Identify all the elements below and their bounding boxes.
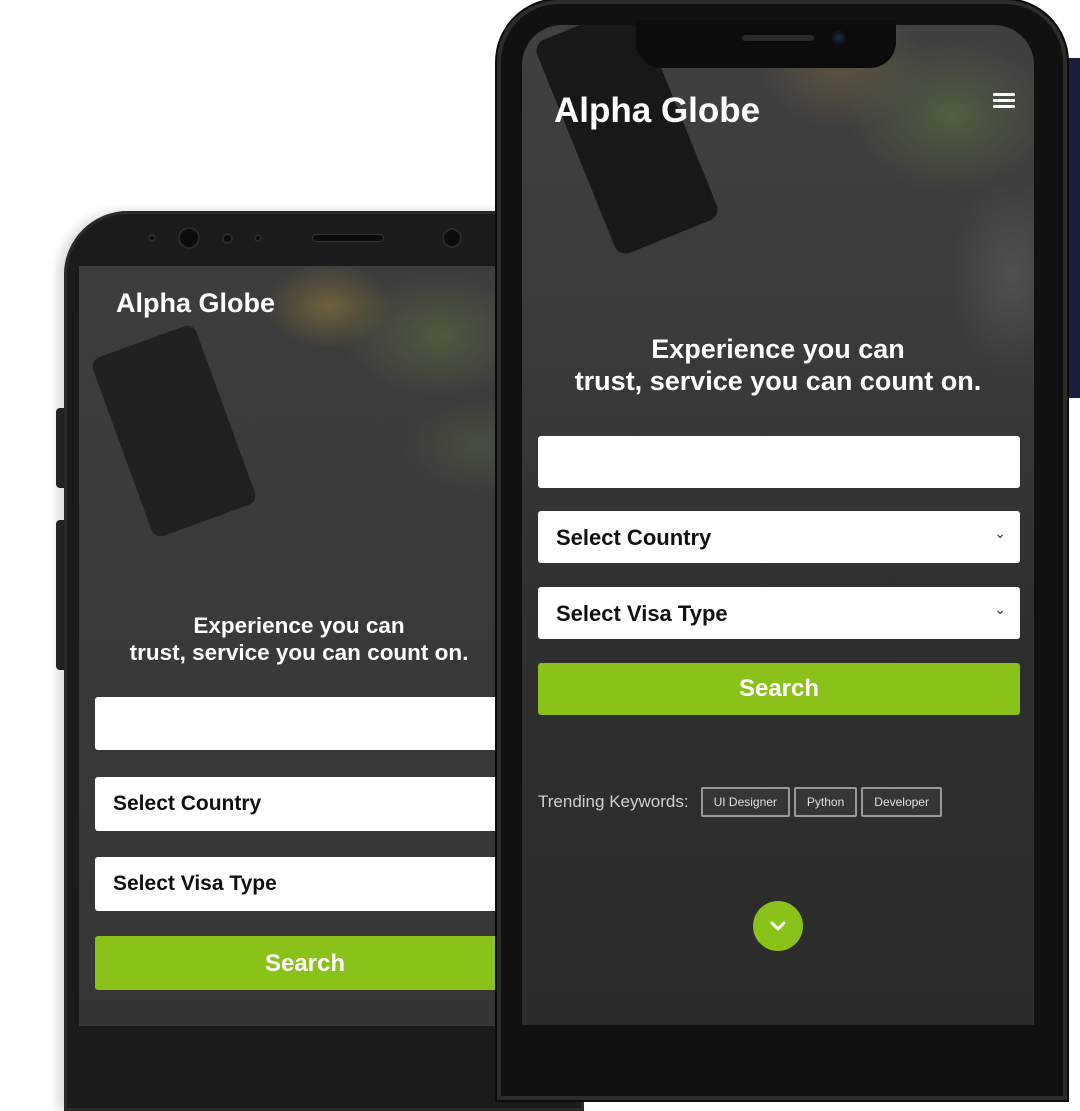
- chevron-down-icon: ⌄: [994, 601, 1006, 617]
- visa-type-select[interactable]: Select Visa Type: [95, 857, 509, 911]
- visa-type-select-label: Select Visa Type: [113, 872, 277, 895]
- visa-type-select-label: Select Visa Type: [556, 601, 728, 626]
- visa-type-select[interactable]: Select Visa Type ⌄: [538, 587, 1020, 639]
- scroll-down-button[interactable]: [753, 901, 803, 951]
- country-select-label: Select Country: [113, 792, 262, 815]
- trending-keywords-label: Trending Keywords:: [538, 792, 689, 811]
- hero-heading-line1: Experience you can: [651, 334, 905, 364]
- trending-keywords: Trending Keywords: UI Designer Python De…: [538, 787, 946, 817]
- background-phone-photo: [89, 322, 259, 540]
- keyword-search-input[interactable]: [538, 436, 1020, 488]
- hero-heading: Experience you can trust, service you ca…: [79, 612, 509, 666]
- keyword-tag-python[interactable]: Python: [793, 787, 858, 817]
- chevron-down-icon: [770, 921, 786, 931]
- keyword-tag-developer[interactable]: Developer: [861, 787, 942, 817]
- back-phone-screen: Alpha Globe Experience you can trust, se…: [79, 266, 509, 1026]
- front-phone-notch: [636, 20, 896, 68]
- back-phone-sensor-bar: [120, 224, 480, 254]
- country-select-label: Select Country: [556, 525, 712, 550]
- app-title: Alpha Globe: [116, 288, 276, 318]
- keyword-tag-ui-designer[interactable]: UI Designer: [700, 787, 790, 817]
- app-title: Alpha Globe: [554, 91, 761, 130]
- hero-heading-line1: Experience you can: [193, 613, 405, 638]
- speaker-grill: [742, 35, 814, 41]
- search-button[interactable]: Search: [538, 663, 1020, 715]
- chevron-down-icon: ⌄: [994, 525, 1006, 541]
- keyword-search-input[interactable]: [95, 697, 509, 750]
- hero-heading-line2: trust, service you can count on.: [574, 366, 982, 396]
- hamburger-icon[interactable]: [993, 93, 1015, 111]
- front-phone-screen: Alpha Globe Experience you can trust, se…: [522, 25, 1034, 1025]
- country-select[interactable]: Select Country: [95, 777, 509, 831]
- front-phone-edge: [1066, 58, 1080, 398]
- hero-heading: Experience you can trust, service you ca…: [522, 333, 1034, 397]
- hero-heading-line2: trust, service you can count on.: [129, 640, 469, 665]
- search-button[interactable]: Search: [95, 936, 509, 990]
- camera-icon: [832, 31, 846, 45]
- country-select[interactable]: Select Country ⌄: [538, 511, 1020, 563]
